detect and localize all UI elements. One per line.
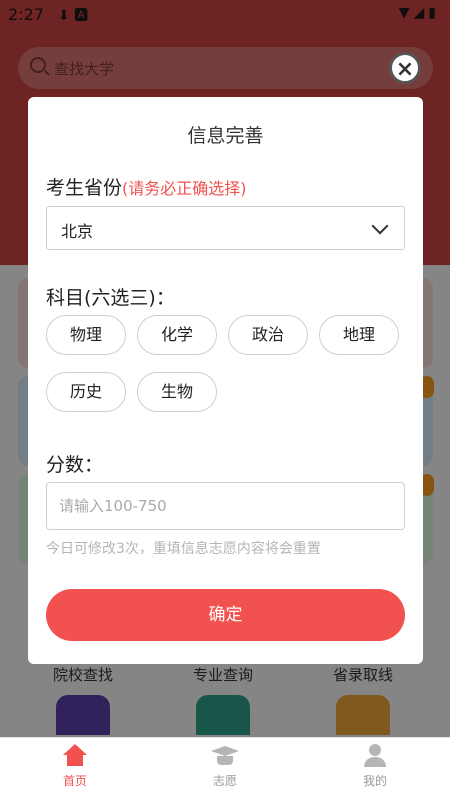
subject-option[interactable]: 物理 <box>46 315 126 355</box>
subject-option[interactable]: 地理 <box>319 315 399 355</box>
home-icon <box>61 744 89 768</box>
province-hint: (请务必正确选择) <box>122 179 247 198</box>
province-value: 北京 <box>61 222 94 241</box>
close-button[interactable]: × <box>389 52 421 84</box>
score-label: 分数： <box>46 454 104 476</box>
tab-label: 我的 <box>362 774 387 788</box>
province-select[interactable]: 北京 <box>46 206 405 250</box>
tab-profile[interactable]: 我的 <box>300 744 450 789</box>
subject-label: 科目(六选三)： <box>46 287 175 309</box>
tab-label: 首页 <box>62 774 87 788</box>
bottom-tab-bar: 首页 志愿 我的 <box>0 737 450 800</box>
chevron-down-icon <box>371 217 389 235</box>
tab-label: 志愿 <box>212 774 237 788</box>
province-label-text: 考生省份 <box>46 177 123 199</box>
subject-option[interactable]: 历史 <box>46 372 126 412</box>
graduation-cap-icon <box>211 744 239 768</box>
edit-limit-note: 今日可修改3次，重填信息志愿内容将会重置 <box>46 541 321 557</box>
user-icon <box>361 744 389 768</box>
province-label: 考生省份(请务必正确选择) <box>46 173 247 200</box>
subject-option[interactable]: 政治 <box>228 315 308 355</box>
tab-home[interactable]: 首页 <box>0 744 150 789</box>
subject-option[interactable]: 生物 <box>137 372 217 412</box>
confirm-button[interactable]: 确定 <box>46 589 405 641</box>
tab-volunteer[interactable]: 志愿 <box>150 744 300 789</box>
info-modal: 信息完善 考生省份(请务必正确选择) 北京 科目(六选三)： 物理 化学 政治 … <box>28 97 423 664</box>
score-input[interactable] <box>46 482 405 530</box>
subject-option[interactable]: 化学 <box>137 315 217 355</box>
close-icon: × <box>395 57 415 82</box>
modal-title: 信息完善 <box>187 125 264 147</box>
